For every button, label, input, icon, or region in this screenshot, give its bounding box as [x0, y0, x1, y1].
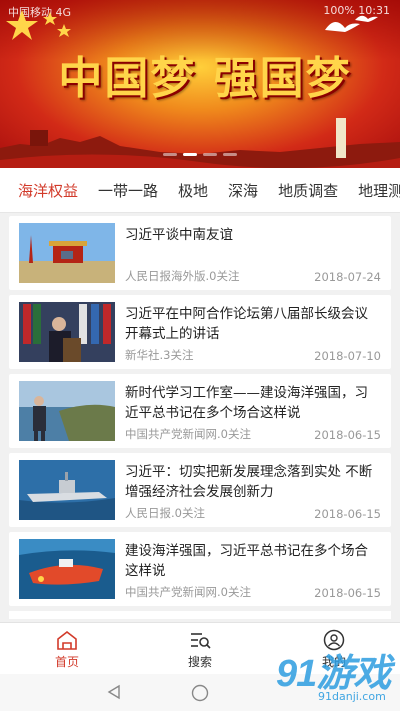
- great-wall-illustration: [0, 118, 400, 168]
- article-card[interactable]: 新时代学习工作室——建设海洋强国，习近平总书记在多个场合这样说 中国共产党新闻网…: [9, 374, 391, 448]
- carousel-dot[interactable]: [223, 153, 237, 156]
- nav-search[interactable]: 搜索: [160, 629, 240, 670]
- nav-home-label: 首页: [54, 655, 79, 669]
- article-card[interactable]: 习近平谈中南友谊 人民日报海外版.0关注 2018-07-24: [9, 216, 391, 290]
- tab-polar[interactable]: 极地: [168, 180, 218, 201]
- category-tabs: 海洋权益 一带一路 极地 深海 地质调查 地理测: [0, 168, 400, 213]
- article-date: 2018-06-15: [314, 586, 381, 600]
- tab-geological-survey[interactable]: 地质调查: [268, 180, 348, 201]
- watermark-url: 91danji.com: [318, 690, 386, 703]
- article-title: 建设海洋强国，习近平总书记在多个场合这样说: [125, 543, 368, 579]
- home-icon: [57, 630, 77, 650]
- watermark-text: 91游戏: [276, 653, 391, 695]
- nav-search-label: 搜索: [187, 655, 212, 669]
- article-source: 新华社.3关注: [125, 348, 194, 362]
- carousel-dot-active[interactable]: [183, 153, 197, 156]
- tab-geography[interactable]: 地理测: [348, 180, 400, 201]
- article-card[interactable]: 建设海洋强国，习近平总书记在多个场合这样说 中国共产党新闻网.0关注 2018-…: [9, 532, 391, 606]
- article-thumbnail: [19, 223, 115, 283]
- search-list-icon: [191, 633, 211, 649]
- article-source: 中国共产党新闻网.0关注: [125, 427, 251, 441]
- article-list: 习近平谈中南友谊 人民日报海外版.0关注 2018-07-24 习近平在中阿合作…: [9, 216, 391, 619]
- article-date: 2018-07-10: [314, 349, 381, 363]
- article-title: 习近平在中阿合作论坛第八届部长级会议开幕式上的讲话: [125, 306, 368, 342]
- tab-belt-road[interactable]: 一带一路: [88, 180, 168, 201]
- article-title: 新时代学习工作室——建设海洋强国，习近平总书记在多个场合这样说: [125, 385, 368, 421]
- article-source: 人民日报海外版.0关注: [125, 269, 240, 283]
- article-thumbnail: [19, 539, 115, 599]
- carousel-dot[interactable]: [203, 153, 217, 156]
- article-card[interactable]: 习近平：切实把新发展理念落到实处 不断增强经济社会发展创新力 人民日报.0关注 …: [9, 453, 391, 527]
- article-title: 习近平谈中南友谊: [125, 227, 233, 243]
- article-date: 2018-06-15: [314, 507, 381, 521]
- watermark-logo: 91游戏 91danji.com: [274, 636, 394, 711]
- carousel-indicator: [0, 153, 400, 156]
- nav-home[interactable]: 首页: [27, 629, 107, 670]
- back-icon[interactable]: [106, 684, 122, 700]
- article-card[interactable]: 习近平在中阿合作论坛第八届部长级会议开幕式上的讲话 新华社.3关注 2018-0…: [9, 295, 391, 369]
- hero-banner[interactable]: 中国移动 4G 100% 10:31 中国梦 强国梦: [0, 0, 400, 168]
- tab-deep-sea[interactable]: 深海: [218, 180, 268, 201]
- carousel-dot[interactable]: [163, 153, 177, 156]
- article-thumbnail: [19, 302, 115, 362]
- article-source: 中国共产党新闻网.0关注: [125, 585, 251, 599]
- article-thumbnail: [19, 381, 115, 441]
- doves-icon: [325, 15, 378, 32]
- tab-ocean-rights[interactable]: 海洋权益: [0, 180, 88, 201]
- article-thumbnail: [19, 460, 115, 520]
- banner-title: 中国梦 强国梦: [58, 53, 352, 104]
- article-source: 人民日报.0关注: [125, 506, 205, 520]
- article-date: 2018-06-15: [314, 428, 381, 442]
- article-card-partial[interactable]: [9, 611, 391, 619]
- home-circle-icon[interactable]: [191, 684, 209, 702]
- article-title: 习近平：切实把新发展理念落到实处 不断增强经济社会发展创新力: [125, 464, 373, 500]
- article-date: 2018-07-24: [314, 270, 381, 284]
